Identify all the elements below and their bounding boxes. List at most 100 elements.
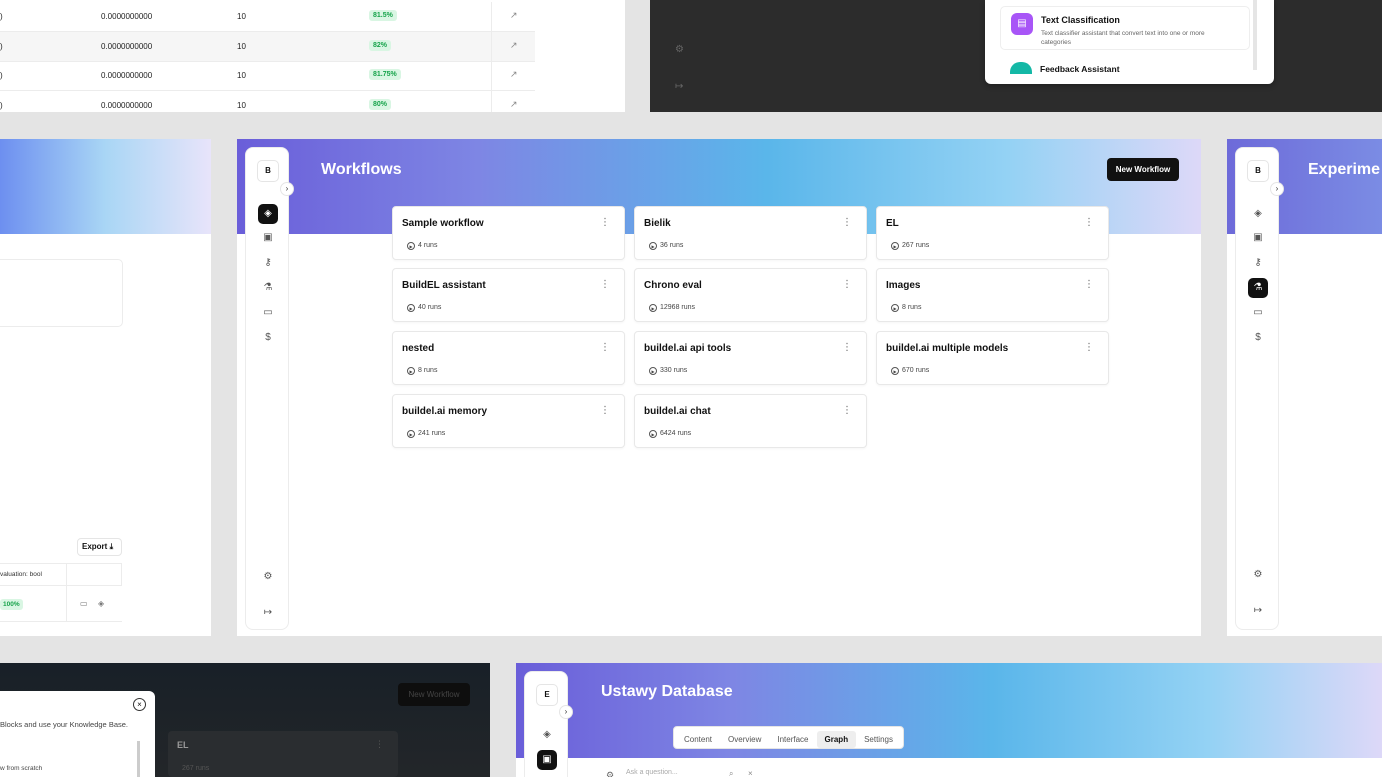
workflow-card[interactable]: Bielik ⋮ ▶ 36 runs xyxy=(634,206,867,260)
play-icon: ▶ xyxy=(891,242,899,250)
sidebar-item-workflows[interactable]: ◈ xyxy=(1248,204,1268,224)
tab-overview[interactable]: Overview xyxy=(720,731,769,748)
more-options-icon[interactable]: ⋮ xyxy=(842,279,852,290)
sidebar-item-knowledge[interactable]: ▣ xyxy=(258,228,278,248)
organization-logo[interactable]: B xyxy=(1247,160,1269,182)
close-icon[interactable]: × xyxy=(133,698,146,711)
run-count: ▶ 36 runs xyxy=(649,242,683,250)
template-card-text-classification[interactable]: ▤ Text Classification Text classifier as… xyxy=(1000,6,1250,50)
column-header: valuation: bool xyxy=(0,571,42,578)
sidebar-item-settings[interactable]: ⚙ xyxy=(1248,565,1268,585)
sidebar-toggle[interactable]: › xyxy=(1270,182,1284,196)
logout-icon: ↦ xyxy=(263,607,273,618)
gear-icon[interactable]: ⚙ xyxy=(675,44,684,55)
modal-option-label[interactable]: w from scratch xyxy=(0,765,42,772)
new-workflow-button[interactable]: New Workflow xyxy=(1107,158,1179,181)
play-icon: ▶ xyxy=(407,242,415,250)
organization-logo[interactable]: B xyxy=(257,160,279,182)
workflow-card[interactable]: Images ⋮ ▶ 8 runs xyxy=(876,268,1109,322)
sidebar-toggle[interactable]: › xyxy=(559,705,573,719)
folder-icon[interactable]: ▭ xyxy=(80,599,88,608)
table-row: ) 0.0000000000 10 80% ↗ xyxy=(0,91,535,112)
workflow-card[interactable]: buildel.ai chat ⋮ ▶ 6424 runs xyxy=(634,394,867,448)
workflow-card[interactable]: EL ⋮ 267 runs xyxy=(168,731,398,777)
evaluation-table-panel: ) 0.0000000000 10 81.5% ↗ ) 0.0000000000… xyxy=(0,0,625,112)
info-card xyxy=(0,259,123,327)
organization-logo[interactable]: E xyxy=(536,684,558,706)
workflow-card[interactable]: Chrono eval ⋮ ▶ 12968 runs xyxy=(634,268,867,322)
row-cell: ) xyxy=(0,42,3,51)
workflow-name: BuildEL assistant xyxy=(402,280,486,291)
run-count: ▶ 267 runs xyxy=(891,242,929,250)
more-options-icon[interactable]: ⋮ xyxy=(842,342,852,353)
tab-graph[interactable]: Graph xyxy=(816,731,857,748)
more-options-icon[interactable]: ⋮ xyxy=(842,217,852,228)
workflow-card[interactable]: nested ⋮ ▶ 8 runs xyxy=(392,331,625,385)
layers-icon[interactable]: ◈ xyxy=(98,599,104,608)
workflow-card[interactable]: BuildEL assistant ⋮ ▶ 40 runs xyxy=(392,268,625,322)
sidebar-item-logout[interactable]: ↦ xyxy=(258,603,278,623)
flask-icon: ⚗ xyxy=(263,282,273,293)
tab-interface[interactable]: Interface xyxy=(769,731,816,748)
more-options-icon[interactable]: ⋮ xyxy=(600,217,610,228)
score-badge: 100% xyxy=(0,599,23,610)
sidebar-item-secrets[interactable]: ⚷ xyxy=(1248,253,1268,273)
sidebar-item-experiments[interactable]: ⚗ xyxy=(258,278,278,298)
sidebar-item-settings[interactable]: ⚙ xyxy=(258,567,278,587)
sidebar-item-knowledge[interactable]: ▣ xyxy=(1248,228,1268,248)
row-cell: ) xyxy=(0,71,3,80)
more-options-icon[interactable]: ⋮ xyxy=(375,739,384,750)
external-link-icon[interactable]: ↗ xyxy=(510,40,518,51)
more-options-icon[interactable]: ⋮ xyxy=(600,405,610,416)
external-link-icon[interactable]: ↗ xyxy=(510,99,518,110)
sidebar-item-secrets[interactable]: ⚷ xyxy=(258,253,278,273)
more-options-icon[interactable]: ⋮ xyxy=(1084,342,1094,353)
external-link-icon[interactable]: ↗ xyxy=(510,69,518,80)
logout-icon[interactable]: ↦ xyxy=(675,81,683,92)
workflow-card[interactable]: buildel.ai memory ⋮ ▶ 241 runs xyxy=(392,394,625,448)
close-icon[interactable]: × xyxy=(748,769,753,777)
search-input[interactable]: Ask a question... xyxy=(626,769,766,777)
more-options-icon[interactable]: ⋮ xyxy=(600,279,610,290)
gear-icon[interactable]: ⚙ xyxy=(606,770,614,777)
more-options-icon[interactable]: ⋮ xyxy=(1084,279,1094,290)
tab-content[interactable]: Content xyxy=(676,731,720,748)
new-workflow-button[interactable]: New Workflow xyxy=(398,683,470,706)
sidebar-item-datasets[interactable]: ▭ xyxy=(258,303,278,323)
evaluation-panel: Export ⤓ valuation: bool 100% ▭ ◈ xyxy=(0,139,211,636)
sidebar-toggle[interactable]: › xyxy=(280,182,294,196)
scrollbar[interactable] xyxy=(137,741,140,777)
sidebar-item-experiments[interactable]: ⚗ xyxy=(1248,278,1268,298)
more-options-icon[interactable]: ⋮ xyxy=(842,405,852,416)
workflow-name: Images xyxy=(886,280,921,291)
dollar-icon: $ xyxy=(265,332,271,343)
workflow-name: Bielik xyxy=(644,218,671,229)
run-count: ▶ 8 runs xyxy=(407,367,437,375)
gear-icon: ⚙ xyxy=(1253,569,1263,580)
experiments-page: B ◈ ▣ ⚷ ⚗ ▭ $ ⚙ ↦ › Experime xyxy=(1227,139,1382,636)
sidebar-item-knowledge[interactable]: ▣ xyxy=(537,750,557,770)
more-options-icon[interactable]: ⋮ xyxy=(1084,217,1094,228)
workflow-card[interactable]: Sample workflow ⋮ ▶ 4 runs xyxy=(392,206,625,260)
assistant-template-popup: ▤ Text Classification Text classifier as… xyxy=(985,0,1274,84)
workflow-card[interactable]: buildel.ai api tools ⋮ ▶ 330 runs xyxy=(634,331,867,385)
search-icon[interactable]: ⌕ xyxy=(729,769,733,777)
workflow-card[interactable]: buildel.ai multiple models ⋮ ▶ 670 runs xyxy=(876,331,1109,385)
more-options-icon[interactable]: ⋮ xyxy=(600,342,610,353)
key-icon: ⚷ xyxy=(1254,257,1262,268)
sidebar-item-billing[interactable]: $ xyxy=(1248,328,1268,348)
sidebar-item-workflows[interactable]: ◈ xyxy=(537,725,557,745)
workflow-card[interactable]: EL ⋮ ▶ 267 runs xyxy=(876,206,1109,260)
sidebar-item-billing[interactable]: $ xyxy=(258,328,278,348)
tab-settings[interactable]: Settings xyxy=(856,731,901,748)
table-row: ) 0.0000000000 10 81.5% ↗ xyxy=(0,2,535,32)
sidebar-item-logout[interactable]: ↦ xyxy=(1248,601,1268,621)
sidebar-item-workflows[interactable]: ◈ xyxy=(258,204,278,224)
scrollbar[interactable] xyxy=(1253,0,1257,70)
export-button[interactable]: Export ⤓ xyxy=(77,538,122,556)
external-link-icon[interactable]: ↗ xyxy=(510,10,518,21)
template-title[interactable]: Feedback Assistant xyxy=(1040,64,1120,74)
export-label: Export xyxy=(82,542,108,551)
sidebar-item-datasets[interactable]: ▭ xyxy=(1248,303,1268,323)
folder-icon: ▭ xyxy=(263,307,273,318)
